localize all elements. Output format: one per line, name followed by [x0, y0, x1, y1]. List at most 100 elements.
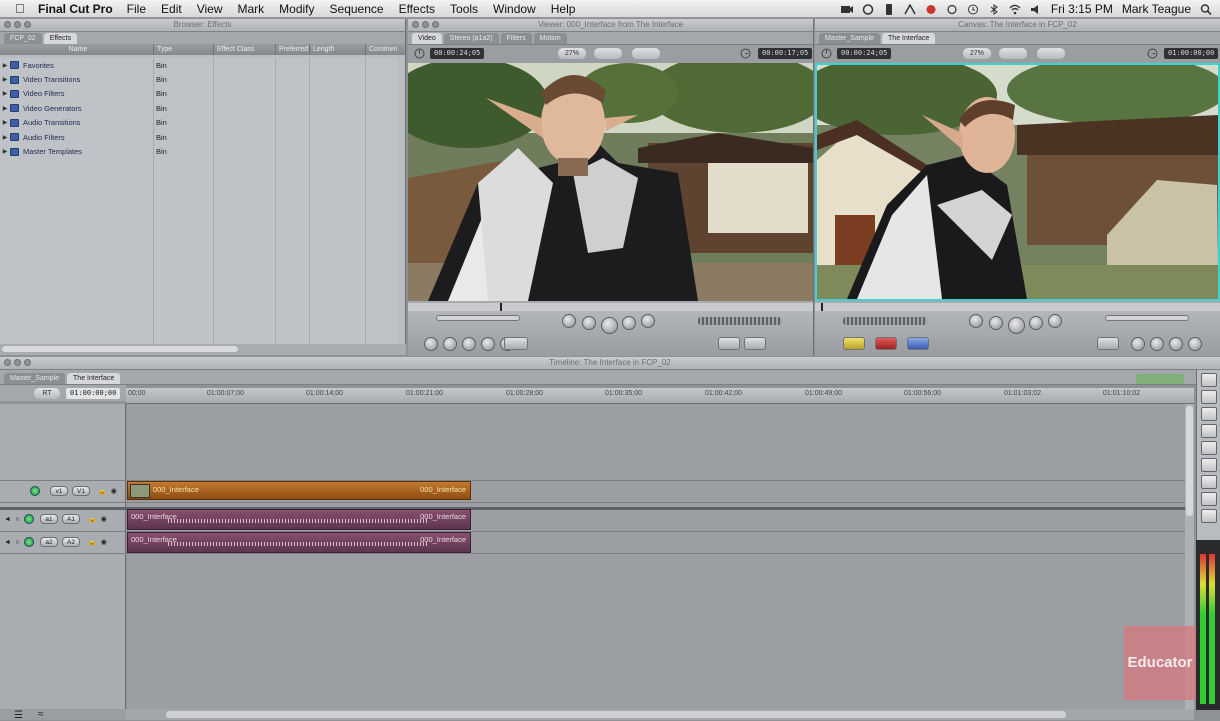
timeline-horizontal-scrollbar[interactable]	[126, 709, 1194, 720]
col-length[interactable]: Length	[310, 44, 366, 55]
headphones-icon[interactable]: ∩	[15, 539, 20, 546]
next-edit-button[interactable]	[622, 316, 636, 330]
overwrite-edit-button[interactable]	[875, 337, 897, 350]
minimize-icon[interactable]	[14, 359, 21, 366]
selection-tool-icon[interactable]	[1200, 373, 1217, 387]
crop-tool-icon[interactable]	[1200, 492, 1217, 506]
disclosure-triangle-icon[interactable]: ▶	[0, 76, 10, 83]
replace-edit-button[interactable]	[907, 337, 929, 350]
zoom-slider-controls[interactable]	[1136, 374, 1184, 384]
track-height-icon[interactable]: ☰	[14, 710, 23, 721]
viewer-current-timecode[interactable]: 00:00:17;05	[758, 48, 813, 59]
canvas-zoom-popup[interactable]: 27%	[963, 48, 991, 59]
menu-window[interactable]: Window	[493, 2, 536, 16]
previous-edit-button[interactable]	[582, 316, 596, 330]
play-button[interactable]	[1008, 317, 1025, 334]
pen-tool-icon[interactable]	[1200, 509, 1217, 523]
timeline-current-timecode[interactable]: 01:00:00;00	[66, 388, 121, 399]
track-visibility-toggle[interactable]	[30, 486, 40, 496]
minimize-icon[interactable]	[14, 21, 21, 28]
script-icon[interactable]	[904, 2, 916, 15]
clip-overlays-icon[interactable]: ≈	[38, 709, 44, 720]
canvas-duration[interactable]: 00:00:24;05	[837, 48, 892, 59]
track-audible-toggle[interactable]	[23, 537, 34, 547]
play-in-to-out-button[interactable]	[562, 314, 576, 328]
camera-icon[interactable]	[840, 4, 853, 15]
mark-clip-button[interactable]	[1097, 337, 1119, 350]
next-edit-button[interactable]	[1029, 316, 1043, 330]
viewer-view-popup[interactable]	[594, 48, 622, 59]
destination-v1-button[interactable]: V1	[72, 486, 90, 496]
col-preferred[interactable]: Preferred	[276, 44, 310, 55]
source-v1-button[interactable]: v1	[50, 486, 68, 496]
shuttle-control[interactable]	[698, 317, 782, 325]
generator-button[interactable]	[744, 337, 766, 350]
destination-a2-button[interactable]: A2	[61, 537, 80, 547]
sync-icon[interactable]	[946, 4, 958, 15]
menu-clock[interactable]: Fri 3:15 PM	[1051, 2, 1113, 16]
speaker-icon[interactable]: ◄	[4, 539, 11, 546]
lock-icon[interactable]: 🔒	[88, 515, 97, 523]
audio-clip-a2[interactable]: 000_Interface 000_Interface	[127, 532, 471, 553]
list-item[interactable]: ▶ Video Filters Bin	[0, 87, 398, 101]
mark-out-button[interactable]	[1150, 337, 1164, 351]
disclosure-triangle-icon[interactable]: ▶	[0, 105, 10, 112]
auto-select-icon[interactable]: ◉	[101, 515, 107, 523]
list-item[interactable]: ▶ Audio Filters Bin	[0, 130, 398, 144]
col-comment[interactable]: Commen	[366, 44, 406, 55]
playhead[interactable]	[821, 303, 823, 311]
timeline-ruler[interactable]: 00;00 01:00:07;00 01:00:14;00 01:00:21;0…	[126, 374, 1194, 404]
recent-clips-button[interactable]	[718, 337, 740, 350]
destination-a1-button[interactable]: A1	[61, 514, 80, 524]
close-icon[interactable]	[4, 359, 11, 366]
list-item[interactable]: ▶ Audio Transitions Bin	[0, 116, 398, 130]
network-icon[interactable]	[862, 3, 874, 15]
disclosure-triangle-icon[interactable]: ▶	[0, 148, 10, 155]
rt-popup[interactable]: RT	[34, 388, 60, 399]
menu-view[interactable]: View	[197, 2, 223, 16]
mark-out-button[interactable]	[481, 337, 495, 351]
match-frame-button[interactable]	[424, 337, 438, 351]
source-a1-button[interactable]: a1	[39, 514, 58, 524]
col-type[interactable]: Type	[154, 44, 214, 55]
col-name[interactable]: Name	[0, 44, 154, 55]
headphones-icon[interactable]: ∩	[15, 516, 20, 523]
menu-help[interactable]: Help	[551, 2, 576, 16]
mark-in-button[interactable]	[1131, 337, 1145, 351]
jog-control[interactable]	[436, 315, 520, 321]
disclosure-triangle-icon[interactable]: ▶	[0, 119, 10, 126]
list-item[interactable]: ▶ Video Generators Bin	[0, 101, 398, 115]
menu-mark[interactable]: Mark	[238, 2, 265, 16]
canvas-view-popup[interactable]	[999, 48, 1027, 59]
tab-the-interface[interactable]: The Interface	[882, 33, 936, 44]
menu-app-name[interactable]: Final Cut Pro	[38, 2, 113, 16]
zoom-icon[interactable]	[24, 21, 31, 28]
tab-stereo[interactable]: Stereo (a1a2)	[443, 33, 499, 44]
tab-motion[interactable]: Motion	[533, 33, 567, 44]
speaker-icon[interactable]: ◄	[4, 516, 11, 523]
video-clip[interactable]: 000_Interface 000_Interface	[127, 481, 471, 500]
record-icon[interactable]	[925, 4, 937, 15]
tab-master-sample[interactable]: Master_Sample	[4, 373, 66, 384]
menu-sequence[interactable]: Sequence	[330, 2, 384, 16]
close-icon[interactable]	[4, 21, 11, 28]
scroll-thumb[interactable]	[2, 346, 238, 352]
wifi-icon[interactable]	[1009, 4, 1021, 15]
shuttle-control[interactable]	[843, 317, 927, 325]
viewer-duration[interactable]: 00:00:24;05	[430, 48, 485, 59]
audio-clip-a1[interactable]: 000_Interface 000_Interface	[127, 509, 471, 530]
canvas-overlay-popup[interactable]	[1037, 48, 1065, 59]
slip-tool-icon[interactable]	[1200, 441, 1217, 455]
time-machine-icon[interactable]	[967, 4, 979, 15]
tab-video[interactable]: Video	[412, 33, 442, 44]
jog-control[interactable]	[1105, 315, 1189, 321]
zoom-icon[interactable]	[432, 21, 439, 28]
col-effect-class[interactable]: Effect Class	[214, 44, 276, 55]
tab-the-interface[interactable]: The Interface	[67, 373, 121, 384]
track-audible-toggle[interactable]	[23, 514, 34, 524]
spotlight-search-icon[interactable]	[1200, 3, 1212, 15]
menu-user[interactable]: Mark Teague	[1122, 2, 1191, 16]
mark-in-button[interactable]	[462, 337, 476, 351]
disclosure-triangle-icon[interactable]: ▶	[0, 90, 10, 97]
list-item[interactable]: ▶ Favorites Bin	[0, 58, 398, 72]
